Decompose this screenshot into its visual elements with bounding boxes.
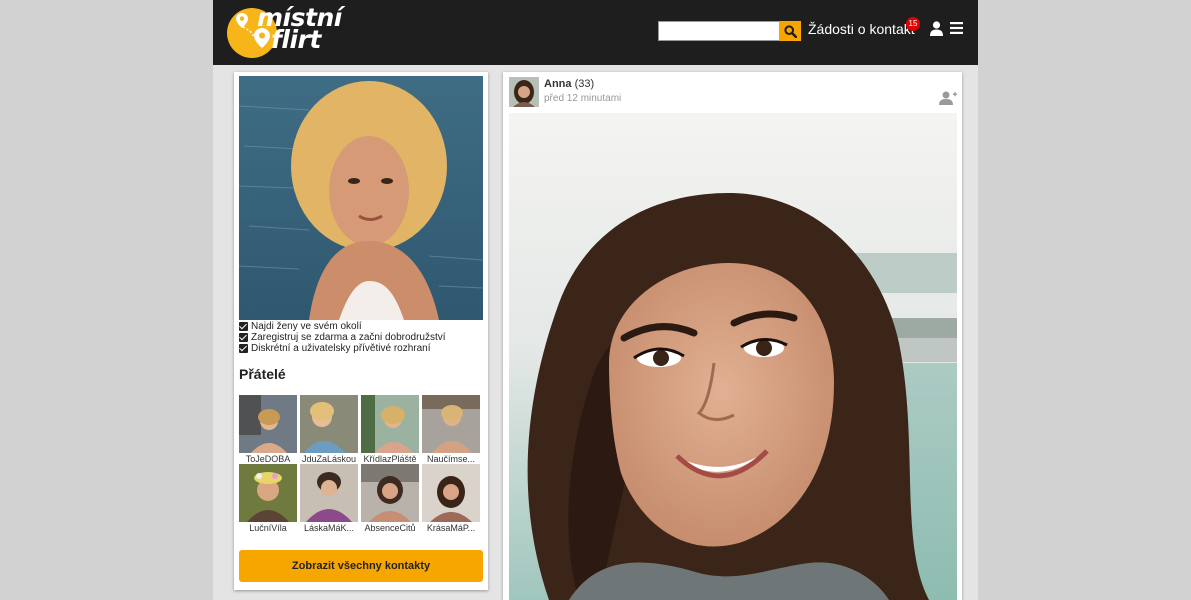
friend-item[interactable]: AbsenceCitů bbox=[361, 464, 419, 534]
friend-photo[interactable] bbox=[300, 395, 358, 453]
feature-item: Diskrétní a uživatelsky přívětivé rozhra… bbox=[239, 343, 483, 354]
page: místní flirt Žádosti o kontakt 15 Najdi … bbox=[213, 0, 978, 600]
author-name[interactable]: Anna bbox=[544, 78, 572, 90]
feature-text: Najdi ženy ve svém okolí bbox=[251, 321, 362, 332]
checkbox-icon bbox=[239, 344, 248, 353]
search-button[interactable] bbox=[779, 21, 801, 41]
feature-item: Najdi ženy ve svém okolí bbox=[239, 321, 483, 332]
search-icon bbox=[783, 24, 797, 38]
friend-item[interactable]: LučníVíla bbox=[239, 464, 297, 534]
friend-photo[interactable] bbox=[239, 395, 297, 453]
post-photo[interactable] bbox=[509, 113, 957, 600]
friend-photo[interactable] bbox=[361, 464, 419, 522]
show-all-contacts-button[interactable]: Zobrazit všechny kontakty bbox=[239, 550, 483, 582]
contact-requests-badge: 15 bbox=[906, 17, 920, 31]
friend-name[interactable]: LučníVíla bbox=[239, 523, 297, 534]
friend-item[interactable]: ToJeDOBA bbox=[239, 395, 297, 465]
add-friend-icon[interactable] bbox=[939, 91, 957, 105]
friend-name[interactable]: LáskaMáK... bbox=[300, 523, 358, 534]
friend-item[interactable]: LáskaMáK... bbox=[300, 464, 358, 534]
feature-item: Zaregistruj se zdarma a začni dobrodružs… bbox=[239, 332, 483, 343]
checkbox-icon bbox=[239, 322, 248, 331]
logo-text-bottom: flirt bbox=[271, 25, 321, 54]
friend-photo[interactable] bbox=[422, 464, 480, 522]
feature-text: Diskrétní a uživatelsky přívětivé rozhra… bbox=[251, 343, 431, 354]
post-timestamp: před 12 minutami bbox=[544, 93, 622, 104]
user-icon[interactable] bbox=[930, 21, 943, 36]
feature-list: Najdi ženy ve svém okolí Zaregistruj se … bbox=[239, 321, 483, 354]
friend-name[interactable]: KrásaMáP... bbox=[422, 523, 480, 534]
friend-item[interactable]: JduZaLáskou bbox=[300, 395, 358, 465]
friends-title: Přátelé bbox=[239, 366, 286, 382]
friend-item[interactable]: KřídlazPláště bbox=[361, 395, 419, 465]
profile-card: Najdi ženy ve svém okolí Zaregistruj se … bbox=[234, 72, 488, 590]
profile-photo[interactable] bbox=[239, 76, 483, 320]
checkbox-icon bbox=[239, 333, 248, 342]
logo[interactable]: místní flirt bbox=[227, 4, 347, 58]
friend-photo[interactable] bbox=[422, 395, 480, 453]
contact-requests-link[interactable]: Žádosti o kontakt bbox=[808, 20, 915, 38]
friend-photo[interactable] bbox=[361, 395, 419, 453]
author-age: (33) bbox=[574, 78, 595, 90]
friend-photo[interactable] bbox=[300, 464, 358, 522]
feature-text: Zaregistruj se zdarma a začni dobrodružs… bbox=[251, 332, 446, 343]
friend-name[interactable]: AbsenceCitů bbox=[361, 523, 419, 534]
avatar[interactable] bbox=[509, 77, 539, 107]
post-card: Anna (33) před 12 minutami bbox=[503, 72, 962, 600]
top-bar: místní flirt Žádosti o kontakt 15 bbox=[213, 0, 978, 65]
menu-icon[interactable] bbox=[950, 22, 963, 34]
friend-item[interactable]: KrásaMáP... bbox=[422, 464, 480, 534]
friend-item[interactable]: Naučímse... bbox=[422, 395, 480, 465]
friend-photo[interactable] bbox=[239, 464, 297, 522]
post-author[interactable]: Anna (33) bbox=[544, 78, 594, 90]
